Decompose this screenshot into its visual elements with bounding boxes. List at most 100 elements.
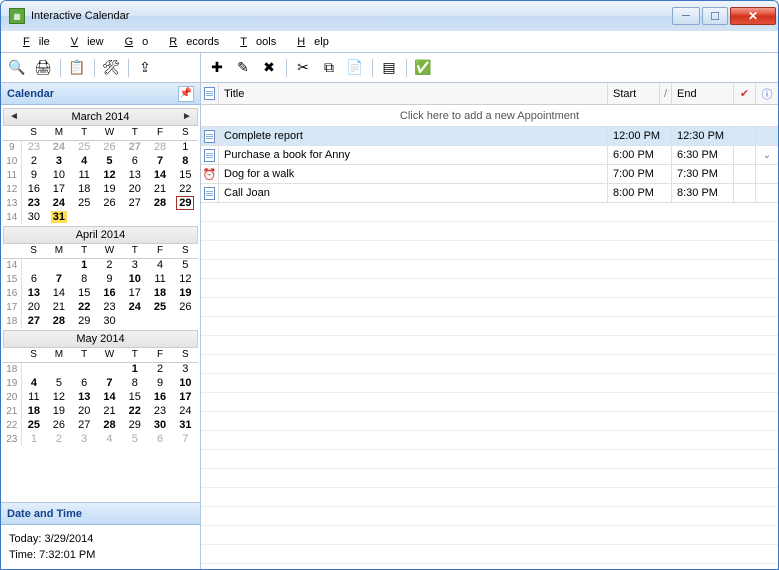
column-end[interactable]: End: [672, 83, 734, 104]
day-cell[interactable]: [173, 210, 198, 224]
day-cell[interactable]: 15: [122, 390, 147, 404]
day-cell[interactable]: [147, 210, 172, 224]
column-start[interactable]: Start: [608, 83, 660, 104]
import-button[interactable]: ⇪: [133, 56, 157, 80]
day-cell[interactable]: 30: [97, 314, 122, 328]
menu-view[interactable]: View: [57, 30, 111, 54]
day-cell[interactable]: 5: [46, 376, 71, 390]
day-cell[interactable]: 26: [173, 300, 198, 314]
day-cell[interactable]: 6: [147, 432, 172, 446]
day-cell[interactable]: 22: [173, 182, 198, 196]
menu-file[interactable]: File: [9, 30, 57, 54]
maximize-button[interactable]: ☐: [702, 7, 728, 25]
day-cell[interactable]: 18: [72, 182, 97, 196]
day-cell[interactable]: 8: [173, 154, 198, 168]
day-cell[interactable]: 24: [173, 404, 198, 418]
day-cell[interactable]: 16: [147, 390, 172, 404]
day-cell[interactable]: 29: [72, 314, 97, 328]
day-cell[interactable]: 3: [173, 362, 198, 376]
day-cell[interactable]: 9: [97, 272, 122, 286]
minimize-button[interactable]: ─: [672, 7, 700, 25]
menu-tools[interactable]: Tools: [226, 30, 283, 54]
day-cell[interactable]: 13: [122, 168, 147, 182]
day-cell[interactable]: 23: [21, 140, 46, 154]
day-cell[interactable]: 11: [21, 390, 46, 404]
day-cell[interactable]: 12: [173, 272, 198, 286]
day-cell[interactable]: 8: [122, 376, 147, 390]
day-cell[interactable]: 31: [46, 210, 71, 224]
day-cell[interactable]: [21, 258, 46, 272]
day-cell[interactable]: 6: [122, 154, 147, 168]
day-cell[interactable]: 22: [122, 404, 147, 418]
day-cell[interactable]: 6: [21, 272, 46, 286]
day-cell[interactable]: 1: [21, 432, 46, 446]
day-cell[interactable]: 7: [147, 154, 172, 168]
day-cell[interactable]: 7: [46, 272, 71, 286]
day-cell[interactable]: 5: [173, 258, 198, 272]
day-cell[interactable]: 31: [173, 418, 198, 432]
day-cell[interactable]: 17: [46, 182, 71, 196]
day-cell[interactable]: 7: [97, 376, 122, 390]
day-cell[interactable]: [122, 314, 147, 328]
day-cell[interactable]: 25: [21, 418, 46, 432]
day-cell[interactable]: 4: [147, 258, 172, 272]
day-cell[interactable]: 27: [21, 314, 46, 328]
day-cell[interactable]: 24: [46, 196, 71, 210]
datetime-panel-header[interactable]: Date and Time: [1, 503, 200, 525]
day-cell[interactable]: 17: [173, 390, 198, 404]
day-cell[interactable]: 9: [147, 376, 172, 390]
day-cell[interactable]: 1: [72, 258, 97, 272]
day-cell[interactable]: 10: [46, 168, 71, 182]
day-cell[interactable]: [122, 210, 147, 224]
day-cell[interactable]: 25: [147, 300, 172, 314]
day-cell[interactable]: 16: [97, 286, 122, 300]
day-cell[interactable]: 16: [21, 182, 46, 196]
day-cell[interactable]: 28: [97, 418, 122, 432]
edit-button[interactable]: ✎: [231, 56, 255, 80]
day-cell[interactable]: 2: [46, 432, 71, 446]
day-cell[interactable]: [72, 210, 97, 224]
day-cell[interactable]: 23: [147, 404, 172, 418]
day-cell[interactable]: 26: [97, 140, 122, 154]
day-cell[interactable]: [72, 362, 97, 376]
day-cell[interactable]: 9: [21, 168, 46, 182]
menu-records[interactable]: Records: [155, 30, 226, 54]
prev-month-icon[interactable]: ◄: [8, 111, 20, 122]
check-button[interactable]: ✅: [411, 56, 435, 80]
day-cell[interactable]: 21: [97, 404, 122, 418]
day-cell[interactable]: 24: [122, 300, 147, 314]
day-cell[interactable]: 29: [173, 196, 198, 210]
day-cell[interactable]: 3: [72, 432, 97, 446]
next-month-icon[interactable]: ►: [181, 111, 193, 122]
calendar-panel-header[interactable]: Calendar 📌: [1, 83, 200, 105]
day-cell[interactable]: 19: [97, 182, 122, 196]
day-cell[interactable]: [147, 314, 172, 328]
cut-button[interactable]: ✂: [291, 56, 315, 80]
day-cell[interactable]: [46, 362, 71, 376]
day-cell[interactable]: 15: [173, 168, 198, 182]
day-cell[interactable]: 27: [72, 418, 97, 432]
day-cell[interactable]: 26: [46, 418, 71, 432]
day-cell[interactable]: 24: [46, 140, 71, 154]
day-cell[interactable]: 27: [122, 140, 147, 154]
day-cell[interactable]: 14: [97, 390, 122, 404]
day-cell[interactable]: 20: [122, 182, 147, 196]
paste-button[interactable]: 📄: [343, 56, 367, 80]
day-cell[interactable]: 13: [21, 286, 46, 300]
day-cell[interactable]: 7: [173, 432, 198, 446]
print-button[interactable]: 🖨: [31, 56, 55, 80]
expand-icon[interactable]: ⌄: [763, 150, 771, 161]
day-cell[interactable]: 14: [147, 168, 172, 182]
day-cell[interactable]: 1: [122, 362, 147, 376]
day-cell[interactable]: 17: [122, 286, 147, 300]
day-cell[interactable]: 30: [147, 418, 172, 432]
day-cell[interactable]: 21: [147, 182, 172, 196]
day-cell[interactable]: 6: [72, 376, 97, 390]
day-cell[interactable]: 25: [72, 196, 97, 210]
day-cell[interactable]: 13: [72, 390, 97, 404]
day-cell[interactable]: 11: [147, 272, 172, 286]
day-cell[interactable]: 20: [72, 404, 97, 418]
appointment-row[interactable]: Complete report12:00 PM12:30 PM: [201, 127, 778, 146]
day-cell[interactable]: 3: [46, 154, 71, 168]
day-cell[interactable]: 4: [97, 432, 122, 446]
